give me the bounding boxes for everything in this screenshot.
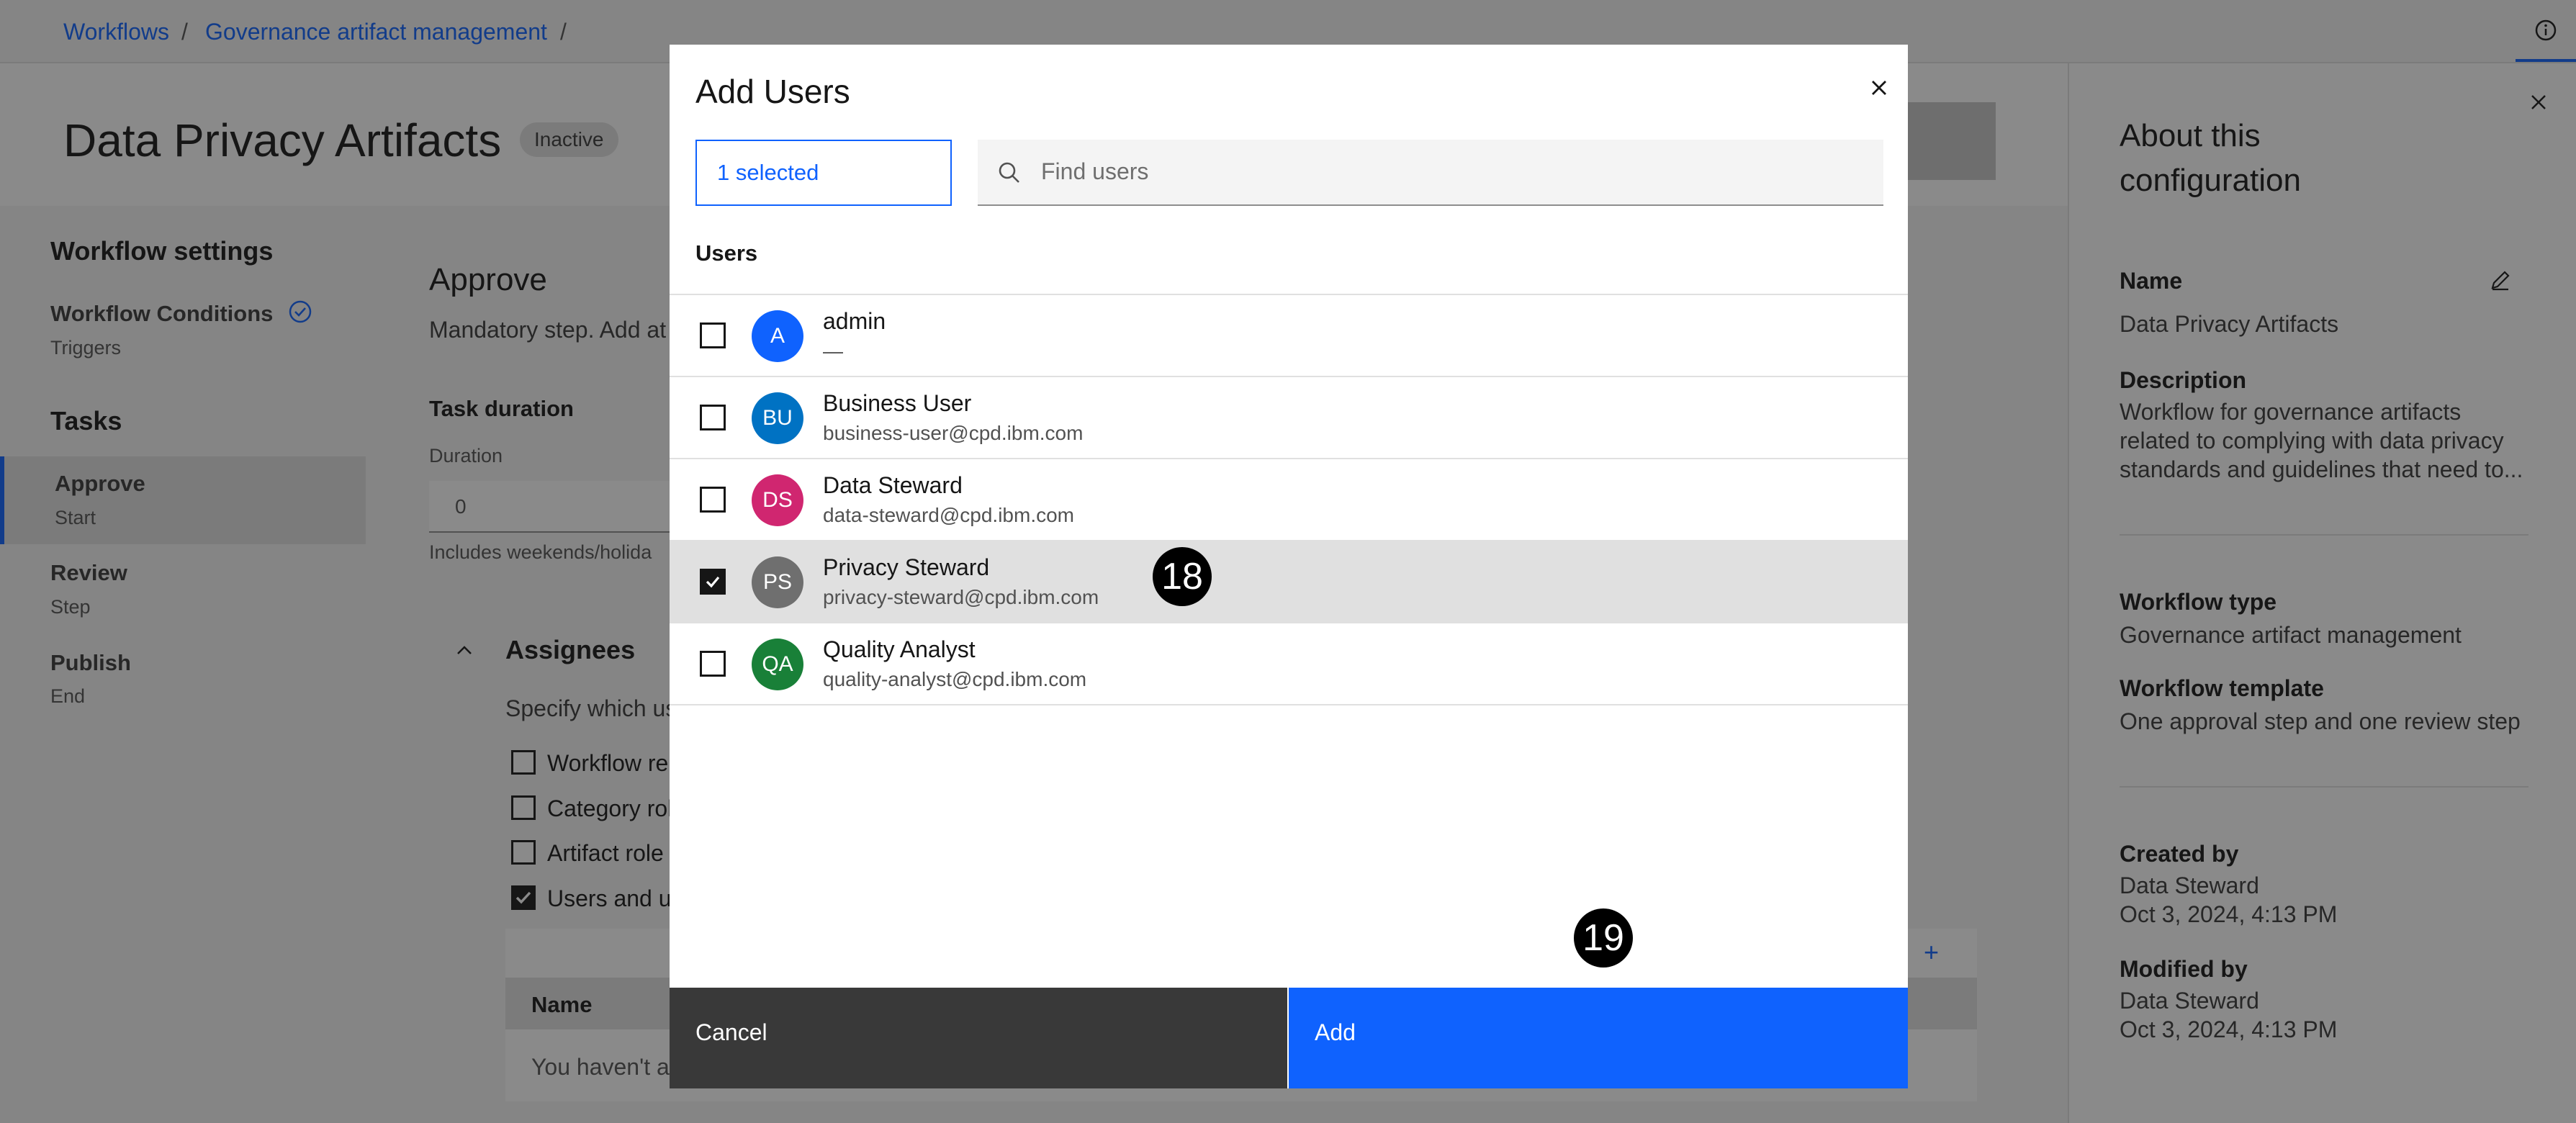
user-checkbox[interactable] bbox=[700, 651, 726, 677]
avatar: PS bbox=[752, 556, 803, 608]
user-name: Data Steward bbox=[823, 472, 963, 498]
user-checkbox[interactable] bbox=[700, 569, 726, 595]
close-icon bbox=[1872, 81, 1886, 95]
user-email: — bbox=[823, 340, 843, 362]
avatar: A bbox=[752, 310, 803, 362]
user-checkbox[interactable] bbox=[700, 323, 726, 348]
user-name: Privacy Steward bbox=[823, 554, 990, 580]
user-checkbox[interactable] bbox=[700, 405, 726, 430]
add-button[interactable]: Add bbox=[1289, 988, 1908, 1088]
step-badge: 19 bbox=[1574, 908, 1633, 968]
user-name: Quality Analyst bbox=[823, 636, 976, 662]
user-email: quality-analyst@cpd.ibm.com bbox=[823, 668, 1087, 690]
avatar: QA bbox=[752, 639, 803, 690]
add-button-label: Add bbox=[1315, 1019, 1356, 1045]
user-row-data-steward[interactable]: DS Data Steward data-steward@cpd.ibm.com bbox=[670, 459, 1908, 541]
step-badge: 18 bbox=[1153, 547, 1212, 606]
user-email: business-user@cpd.ibm.com bbox=[823, 422, 1084, 444]
user-email: privacy-steward@cpd.ibm.com bbox=[823, 586, 1099, 608]
modal-title: Add Users bbox=[695, 73, 850, 110]
user-name: admin bbox=[823, 308, 886, 334]
find-users-search[interactable]: Find users bbox=[978, 140, 1883, 206]
modal-close-button[interactable] bbox=[1859, 68, 1899, 108]
user-row-business-user[interactable]: BU Business User business-user@cpd.ibm.c… bbox=[670, 377, 1908, 459]
checkmark-icon bbox=[706, 576, 720, 588]
user-name: Business User bbox=[823, 390, 972, 416]
add-users-modal: Add Users 1 selected Find users Users A … bbox=[670, 45, 1908, 1088]
search-placeholder: Find users bbox=[1041, 158, 1149, 184]
cancel-button[interactable]: Cancel bbox=[670, 988, 1287, 1088]
user-row-quality-analyst[interactable]: QA Quality Analyst quality-analyst@cpd.i… bbox=[670, 623, 1908, 705]
user-row-privacy-steward[interactable]: PS Privacy Steward privacy-steward@cpd.i… bbox=[670, 541, 1908, 623]
user-checkbox[interactable] bbox=[700, 487, 726, 513]
selected-count-tag[interactable]: 1 selected bbox=[695, 140, 952, 206]
search-icon bbox=[999, 162, 1019, 183]
avatar: DS bbox=[752, 474, 803, 526]
users-heading: Users bbox=[695, 240, 758, 266]
selected-count-text: 1 selected bbox=[717, 160, 819, 185]
avatar: BU bbox=[752, 392, 803, 444]
cancel-button-label: Cancel bbox=[695, 1019, 767, 1045]
user-row-admin[interactable]: A admin — bbox=[670, 295, 1908, 377]
user-email: data-steward@cpd.ibm.com bbox=[823, 504, 1075, 526]
